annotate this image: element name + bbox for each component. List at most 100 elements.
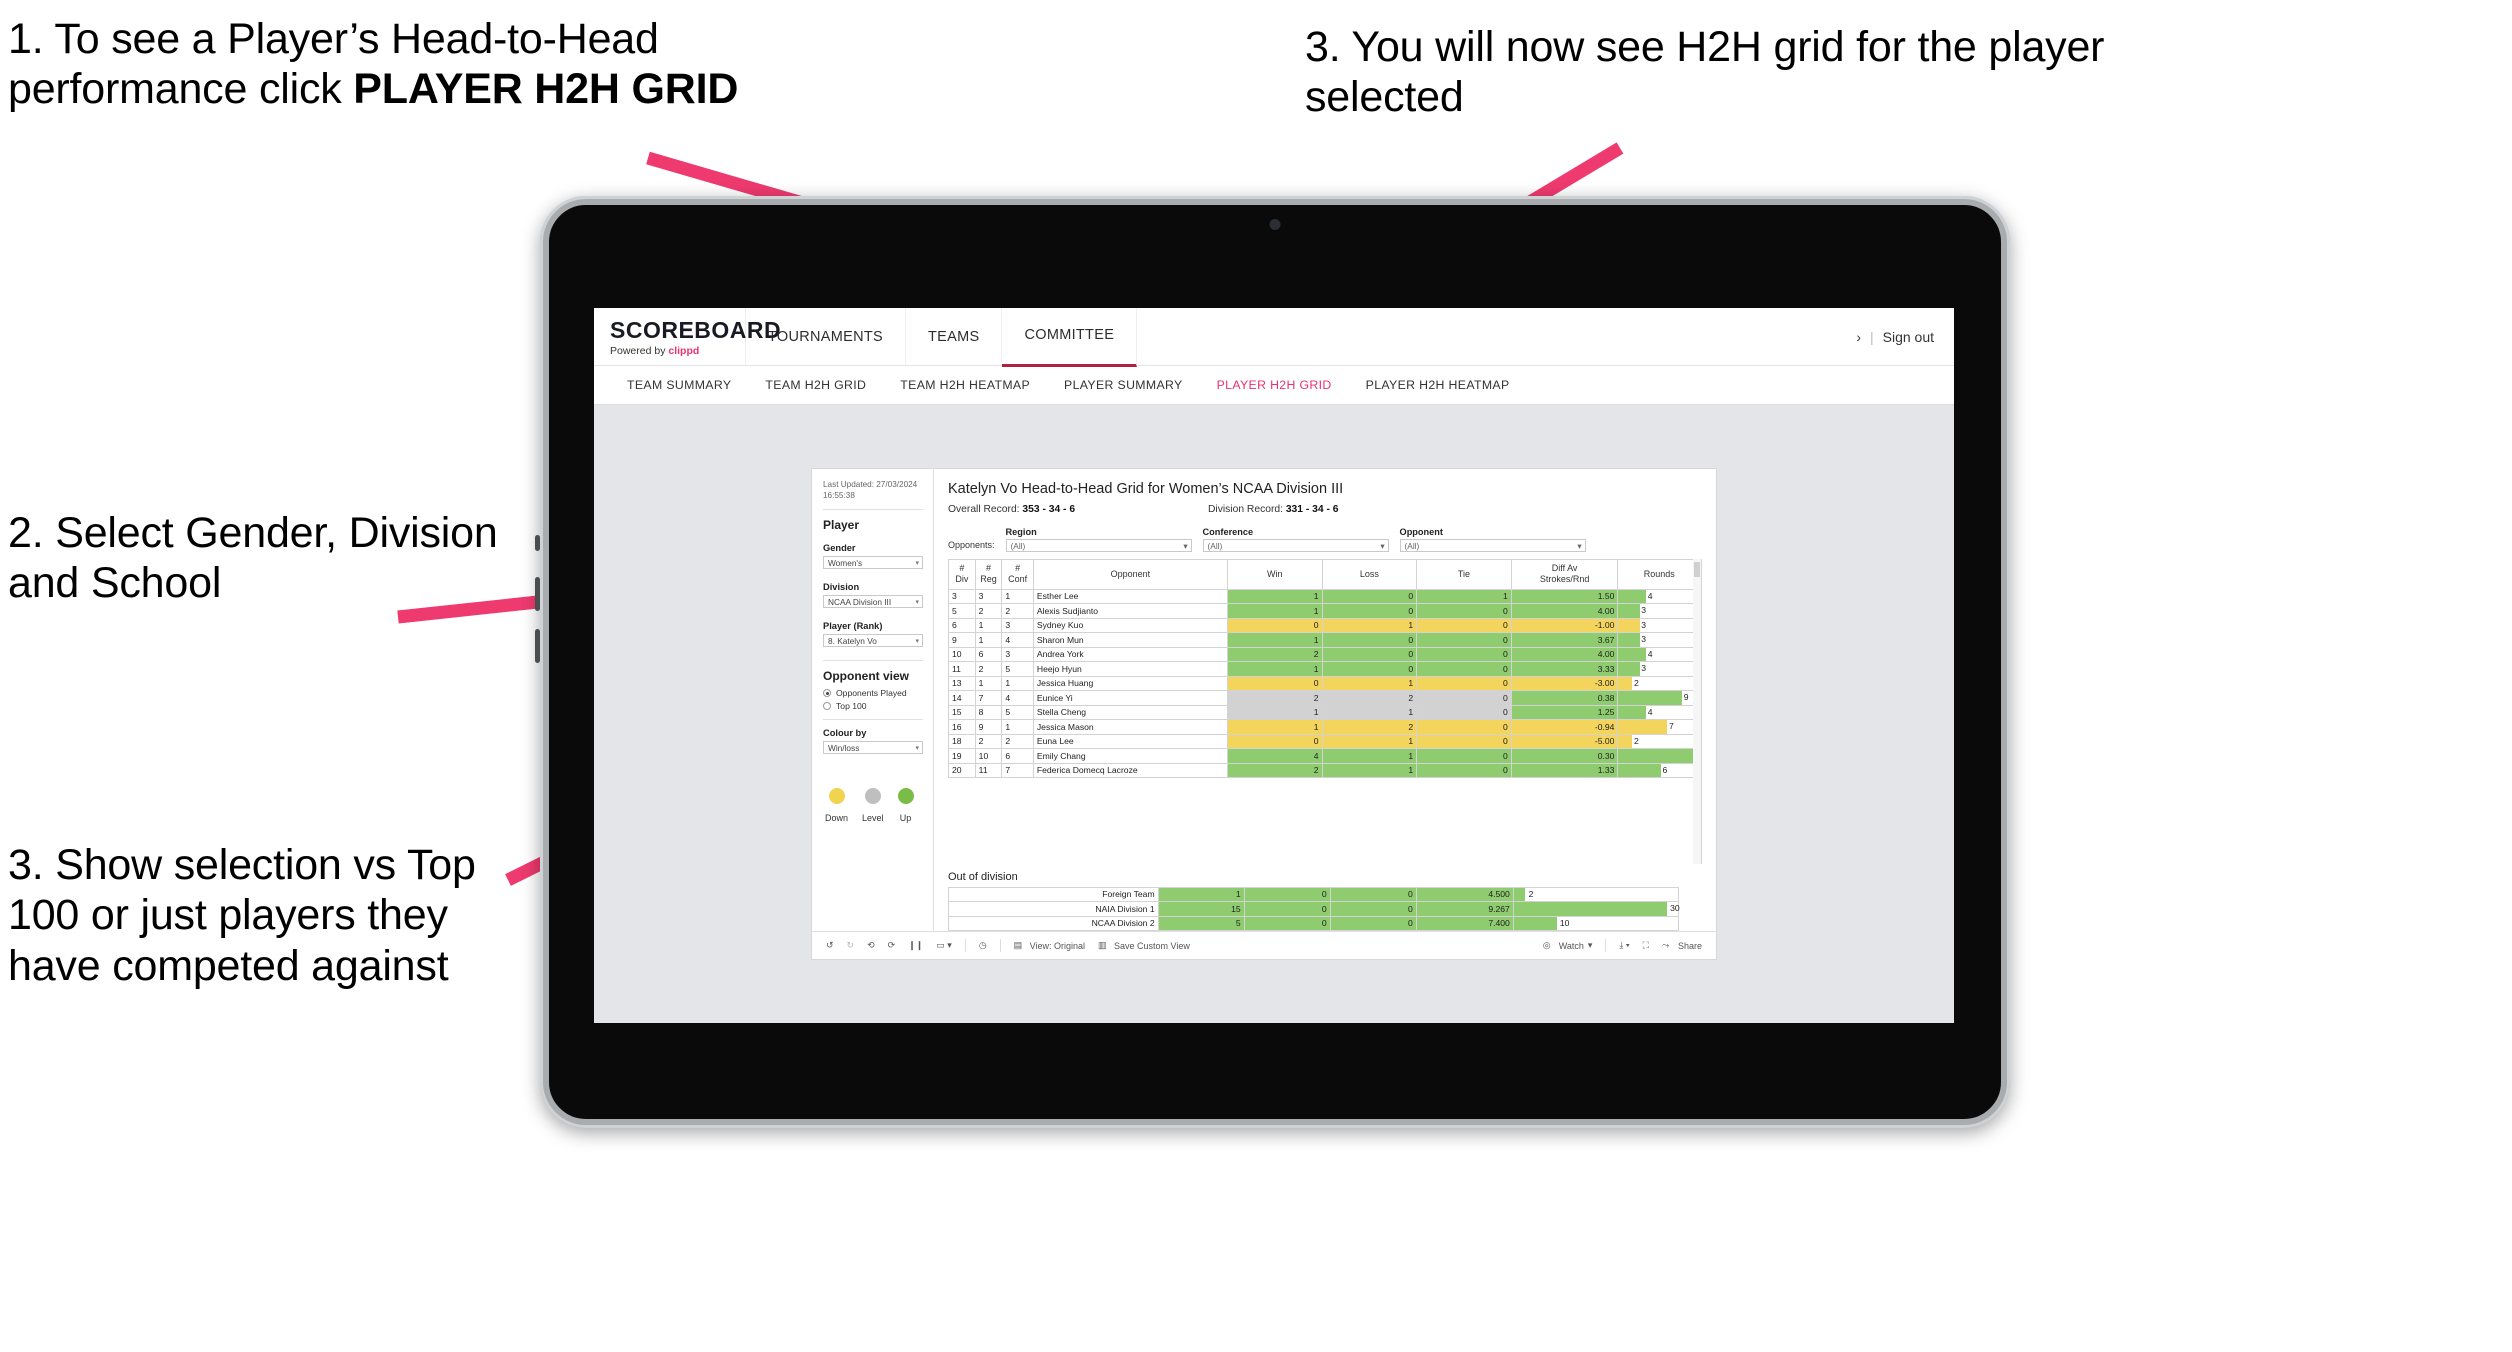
share-button[interactable]: ⤳ Share <box>1662 940 1702 952</box>
conference-filter-select[interactable]: (All) ▾ <box>1202 539 1389 552</box>
cell-diff: 3.67 <box>1510 632 1619 648</box>
cell-rounds: 4 <box>1617 588 1701 604</box>
cell-rounds: 3 <box>1617 661 1701 677</box>
tab-player-h2h-grid[interactable]: PLAYER H2H GRID <box>1200 378 1349 392</box>
cell-ood-name: Foreign Team <box>948 886 1159 902</box>
download-button[interactable]: ⤓ ▾ <box>1619 940 1629 951</box>
player-rank-filter-select[interactable]: 8. Katelyn Vo ▾ <box>823 634 923 648</box>
table-row[interactable]: 16 9 1 Jessica Mason 1 2 0 -0.94 7 <box>948 719 1701 735</box>
table-row[interactable]: 15 8 5 Stella Cheng 1 1 0 1.25 4 <box>948 704 1701 720</box>
table-row[interactable]: 5 2 2 Alexis Sudjianto 1 0 0 4.00 3 <box>948 603 1701 619</box>
player-rank-filter-value: 8. Katelyn Vo <box>828 635 877 646</box>
tab-player-h2h-heatmap[interactable]: PLAYER H2H HEATMAP <box>1349 378 1527 392</box>
h2h-table-body: 3 3 1 Esther Lee 1 0 1 1.50 4 5 2 2 Alexis Sudjianto… <box>948 588 1701 778</box>
cell-tie: 0 <box>1416 748 1512 764</box>
division-filter-select[interactable]: NCAA Division III ▾ <box>823 595 923 609</box>
device-button-volume-down[interactable] <box>535 629 540 663</box>
cell-opponent: Andrea York <box>1032 646 1228 662</box>
table-row[interactable]: 18 2 2 Euna Lee 0 1 0 -5.00 2 <box>948 733 1701 749</box>
chevron-right-icon[interactable]: › <box>1856 329 1861 345</box>
table-row[interactable]: Foreign Team 1 0 0 4.500 2 <box>948 886 1680 902</box>
filter-sidebar: Last Updated: 27/03/2024 16:55:38 Player… <box>812 469 934 931</box>
region-filter-value: (All) <box>1010 540 1026 551</box>
clock-icon[interactable]: ◷ <box>979 940 987 951</box>
table-row[interactable]: 14 7 4 Eunice Yi 2 2 0 0.38 9 <box>948 690 1701 706</box>
last-updated-label: Last Updated: 27/03/2024 16:55:38 <box>823 480 918 501</box>
view-original-button[interactable]: ▤ View: Original <box>1014 940 1085 952</box>
table-row[interactable]: NCAA Division 2 5 0 0 7.400 10 <box>948 915 1680 931</box>
fullscreen-button[interactable]: ⛶ <box>1643 940 1649 951</box>
cell-div: 13 <box>948 675 976 691</box>
pause-icon[interactable]: ❙❙ <box>908 940 923 951</box>
cell-loss: 0 <box>1321 661 1418 677</box>
region-filter-label: Region <box>1005 527 1037 537</box>
table-row[interactable]: 11 2 5 Heejo Hyun 1 0 0 3.33 3 <box>948 661 1701 677</box>
tab-team-summary[interactable]: TEAM SUMMARY <box>610 378 748 392</box>
tab-player-summary[interactable]: PLAYER SUMMARY <box>1047 378 1200 392</box>
conference-filter-value: (All) <box>1207 540 1223 551</box>
table-row[interactable]: 20 11 7 Federica Domecq Lacroze 2 1 0 1.33 6 <box>948 762 1701 778</box>
radio-top-100[interactable]: Top 100 <box>823 701 923 711</box>
tab-team-h2h-grid[interactable]: TEAM H2H GRID <box>748 378 883 392</box>
table-row[interactable]: 13 1 1 Jessica Huang 0 1 0 -3.00 2 <box>948 675 1701 691</box>
col-conf: # Conf <box>1001 559 1034 590</box>
brand-tagline-clippd: clippd <box>668 344 700 357</box>
cell-reg: 7 <box>974 690 1003 706</box>
table-scrollbar-thumb[interactable] <box>1694 562 1700 577</box>
watch-button[interactable]: ◎ Watch ▾ <box>1543 940 1593 952</box>
cell-tie: 0 <box>1416 762 1512 778</box>
legend-label-down: Down <box>825 813 849 824</box>
cell-div: 3 <box>948 588 976 604</box>
view-icon: ▤ <box>1013 939 1023 950</box>
sign-out-link[interactable]: Sign out <box>1883 329 1934 345</box>
legend-label-level: Level <box>862 813 884 824</box>
undo-icon[interactable]: ↺ <box>826 940 834 951</box>
cell-reg: 9 <box>974 719 1003 735</box>
table-row[interactable]: 10 6 3 Andrea York 2 0 0 4.00 4 <box>948 646 1701 662</box>
region-filter-select[interactable]: (All) ▾ <box>1005 539 1192 552</box>
cell-div: 11 <box>948 661 976 677</box>
cell-diff: 4.00 <box>1510 603 1619 619</box>
nav-tournaments[interactable]: TOURNAMENTS <box>746 308 907 365</box>
table-row[interactable]: NAIA Division 1 15 0 0 9.267 30 <box>948 901 1680 917</box>
sidebar-divider-2 <box>823 660 923 662</box>
h2h-table-head: # Div # Reg # Conf Opponent Win Loss Tie Di… <box>948 559 1701 590</box>
legend-label-up: Up <box>899 813 912 824</box>
save-custom-view-button[interactable]: ▥ Save Custom View <box>1098 940 1190 952</box>
radio-opponents-played[interactable]: Opponents Played <box>823 688 923 698</box>
nav-teams[interactable]: TEAMS <box>906 308 1003 365</box>
refresh-icon[interactable]: ⟳ <box>888 940 896 951</box>
cell-conf: 7 <box>1001 762 1034 778</box>
cell-rounds: 2 <box>1617 675 1701 691</box>
cell-rounds: 11 <box>1617 748 1701 764</box>
cell-diff: 1.33 <box>1510 762 1619 778</box>
brand-logo[interactable]: SCOREBOARD Powered by clippd <box>594 308 781 365</box>
cell-tie: 1 <box>1416 588 1512 604</box>
table-row[interactable]: 19106Emily Chang4100.3011 <box>948 748 1701 764</box>
cell-reg: 1 <box>974 632 1003 648</box>
table-row[interactable]: 3 3 1 Esther Lee 1 0 1 1.50 4 <box>948 588 1701 604</box>
cell-opponent: Sydney Kuo <box>1032 617 1228 633</box>
nav-committee[interactable]: COMMITTEE <box>1002 308 1138 367</box>
redo-icon[interactable]: ↻ <box>847 940 855 951</box>
cell-conf: 6 <box>1001 748 1034 764</box>
zoom-tool-icon[interactable]: ▭ ▾ <box>936 940 952 951</box>
watch-icon: ◎ <box>1542 939 1551 950</box>
cell-conf: 1 <box>1001 675 1034 691</box>
h2h-table-scroll-area[interactable]: # Div # Reg # Conf Opponent Win Loss Tie Di… <box>948 559 1702 864</box>
device-button-volume-up[interactable] <box>535 577 540 611</box>
table-scrollbar[interactable] <box>1693 559 1701 864</box>
cell-win: 1 <box>1226 704 1323 720</box>
colour-by-select[interactable]: Win/loss ▾ <box>823 741 923 755</box>
cell-div: 14 <box>948 690 976 706</box>
table-row[interactable]: 6 1 3 Sydney Kuo 0 1 0 -1.00 3 <box>948 617 1701 633</box>
cell-tie: 0 <box>1416 733 1512 749</box>
col-tie: Tie <box>1416 559 1512 590</box>
opponent-filter-select[interactable]: (All) ▾ <box>1399 539 1586 552</box>
tab-team-h2h-heatmap[interactable]: TEAM H2H HEATMAP <box>883 378 1047 392</box>
gender-filter-select[interactable]: Women's ▾ <box>823 556 923 570</box>
table-row[interactable]: 9 1 4 Sharon Mun 1 0 0 3.67 3 <box>948 632 1701 648</box>
cell-tie: 0 <box>1416 632 1512 648</box>
device-button-mute[interactable] <box>535 535 540 551</box>
revert-icon[interactable]: ⟲ <box>867 940 875 951</box>
